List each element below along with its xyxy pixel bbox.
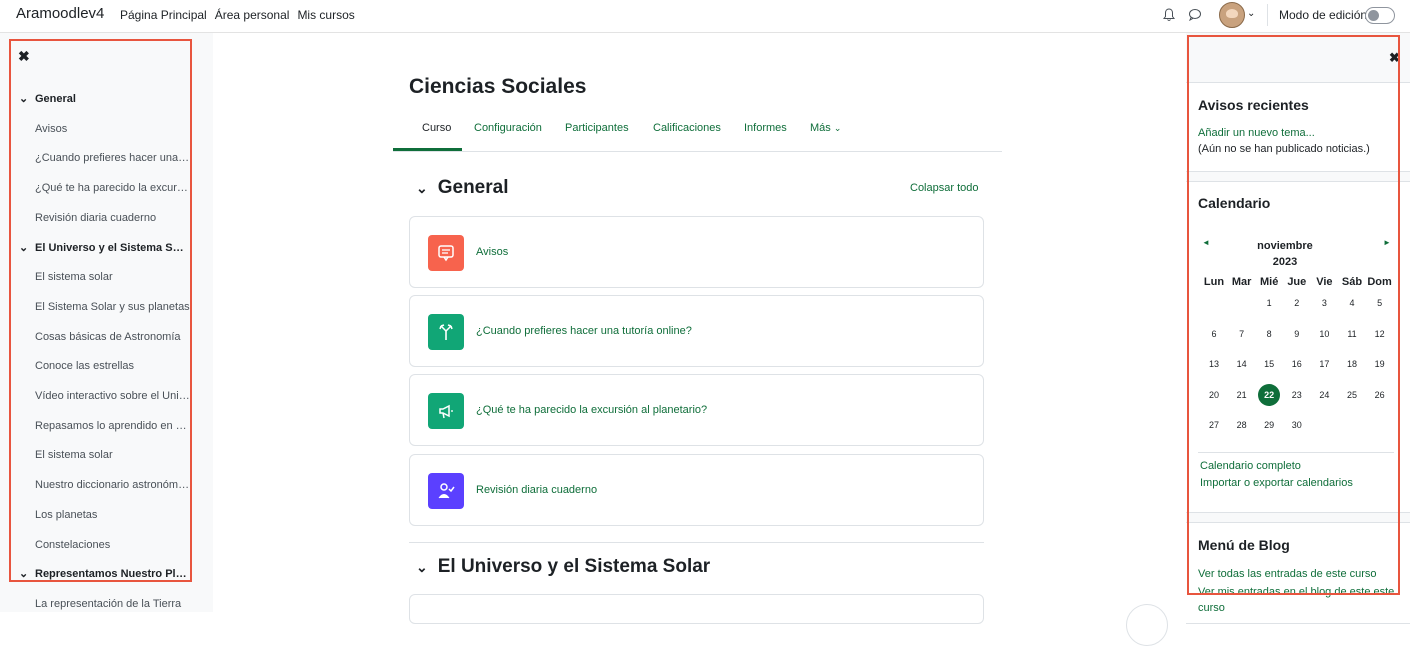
feedback-icon — [428, 393, 464, 429]
user-avatar[interactable] — [1219, 2, 1245, 28]
chevron-down-icon: ⌄ — [833, 123, 842, 133]
section-divider — [409, 542, 984, 543]
activity-link[interactable]: ¿Qué te ha parecido la excursión al plan… — [476, 404, 707, 416]
chevron-down-icon[interactable]: ⌄ — [416, 180, 428, 197]
course-index-label: La representación de la Tierra — [35, 597, 182, 610]
checklist-icon — [428, 473, 464, 509]
page-title: Ciencias Sociales — [409, 75, 587, 98]
activity-link[interactable]: Avisos — [476, 246, 508, 258]
activity-card[interactable]: Revisión diaria cuaderno — [409, 454, 984, 526]
top-navbar: Aramoodlev4 Página Principal Área person… — [0, 0, 1410, 33]
tab-grades[interactable]: Calificaciones — [653, 122, 721, 134]
activity-card[interactable]: Avisos — [409, 216, 984, 288]
choice-icon — [428, 314, 464, 350]
chevron-down-icon[interactable]: ⌄ — [416, 559, 428, 576]
nav-mycourses-link[interactable]: Mis cursos — [297, 8, 354, 22]
site-brand[interactable]: Aramoodlev4 — [16, 5, 104, 22]
highlight-frame — [9, 39, 192, 582]
section-title: General — [437, 177, 509, 198]
tab-more-label: Más — [810, 122, 831, 134]
tab-settings[interactable]: Configuración — [474, 122, 542, 134]
forum-icon — [428, 235, 464, 271]
section-header-general[interactable]: ⌄ General — [416, 177, 509, 199]
chevron-down-icon[interactable]: ⌄ — [1247, 8, 1255, 19]
nav-dashboard-link[interactable]: Área personal — [215, 8, 290, 22]
section-header-universe[interactable]: ⌄ El Universo y el Sistema Solar — [416, 556, 710, 578]
tab-more[interactable]: Más ⌄ — [810, 122, 841, 134]
chat-icon[interactable] — [1188, 8, 1202, 24]
activity-card[interactable] — [409, 594, 984, 624]
primary-navigation: Página Principal Área personal Mis curso… — [120, 8, 355, 22]
edit-mode-toggle[interactable] — [1365, 7, 1395, 24]
tab-course[interactable]: Curso — [422, 122, 451, 134]
active-tab-indicator — [393, 148, 462, 151]
tab-participants[interactable]: Participantes — [565, 122, 629, 134]
activity-card[interactable]: ¿Cuando prefieres hacer una tutoría onli… — [409, 295, 984, 367]
edit-mode-label: Modo de edición — [1279, 8, 1368, 22]
bell-icon[interactable] — [1163, 8, 1175, 25]
highlight-frame — [1187, 35, 1400, 595]
activity-card[interactable]: ¿Qué te ha parecido la excursión al plan… — [409, 374, 984, 446]
nav-home-link[interactable]: Página Principal — [120, 8, 207, 22]
activity-link[interactable]: Revisión diaria cuaderno — [476, 484, 597, 496]
collapse-all-link[interactable]: Colapsar todo — [910, 182, 979, 194]
section-title: El Universo y el Sistema Solar — [437, 556, 711, 577]
tab-reports[interactable]: Informes — [744, 122, 787, 134]
activity-link[interactable]: ¿Cuando prefieres hacer una tutoría onli… — [476, 325, 692, 337]
scroll-to-top-button[interactable] — [1126, 604, 1168, 646]
navbar-divider — [1267, 4, 1268, 26]
course-tabs: Curso Configuración Participantes Califi… — [393, 115, 1002, 152]
